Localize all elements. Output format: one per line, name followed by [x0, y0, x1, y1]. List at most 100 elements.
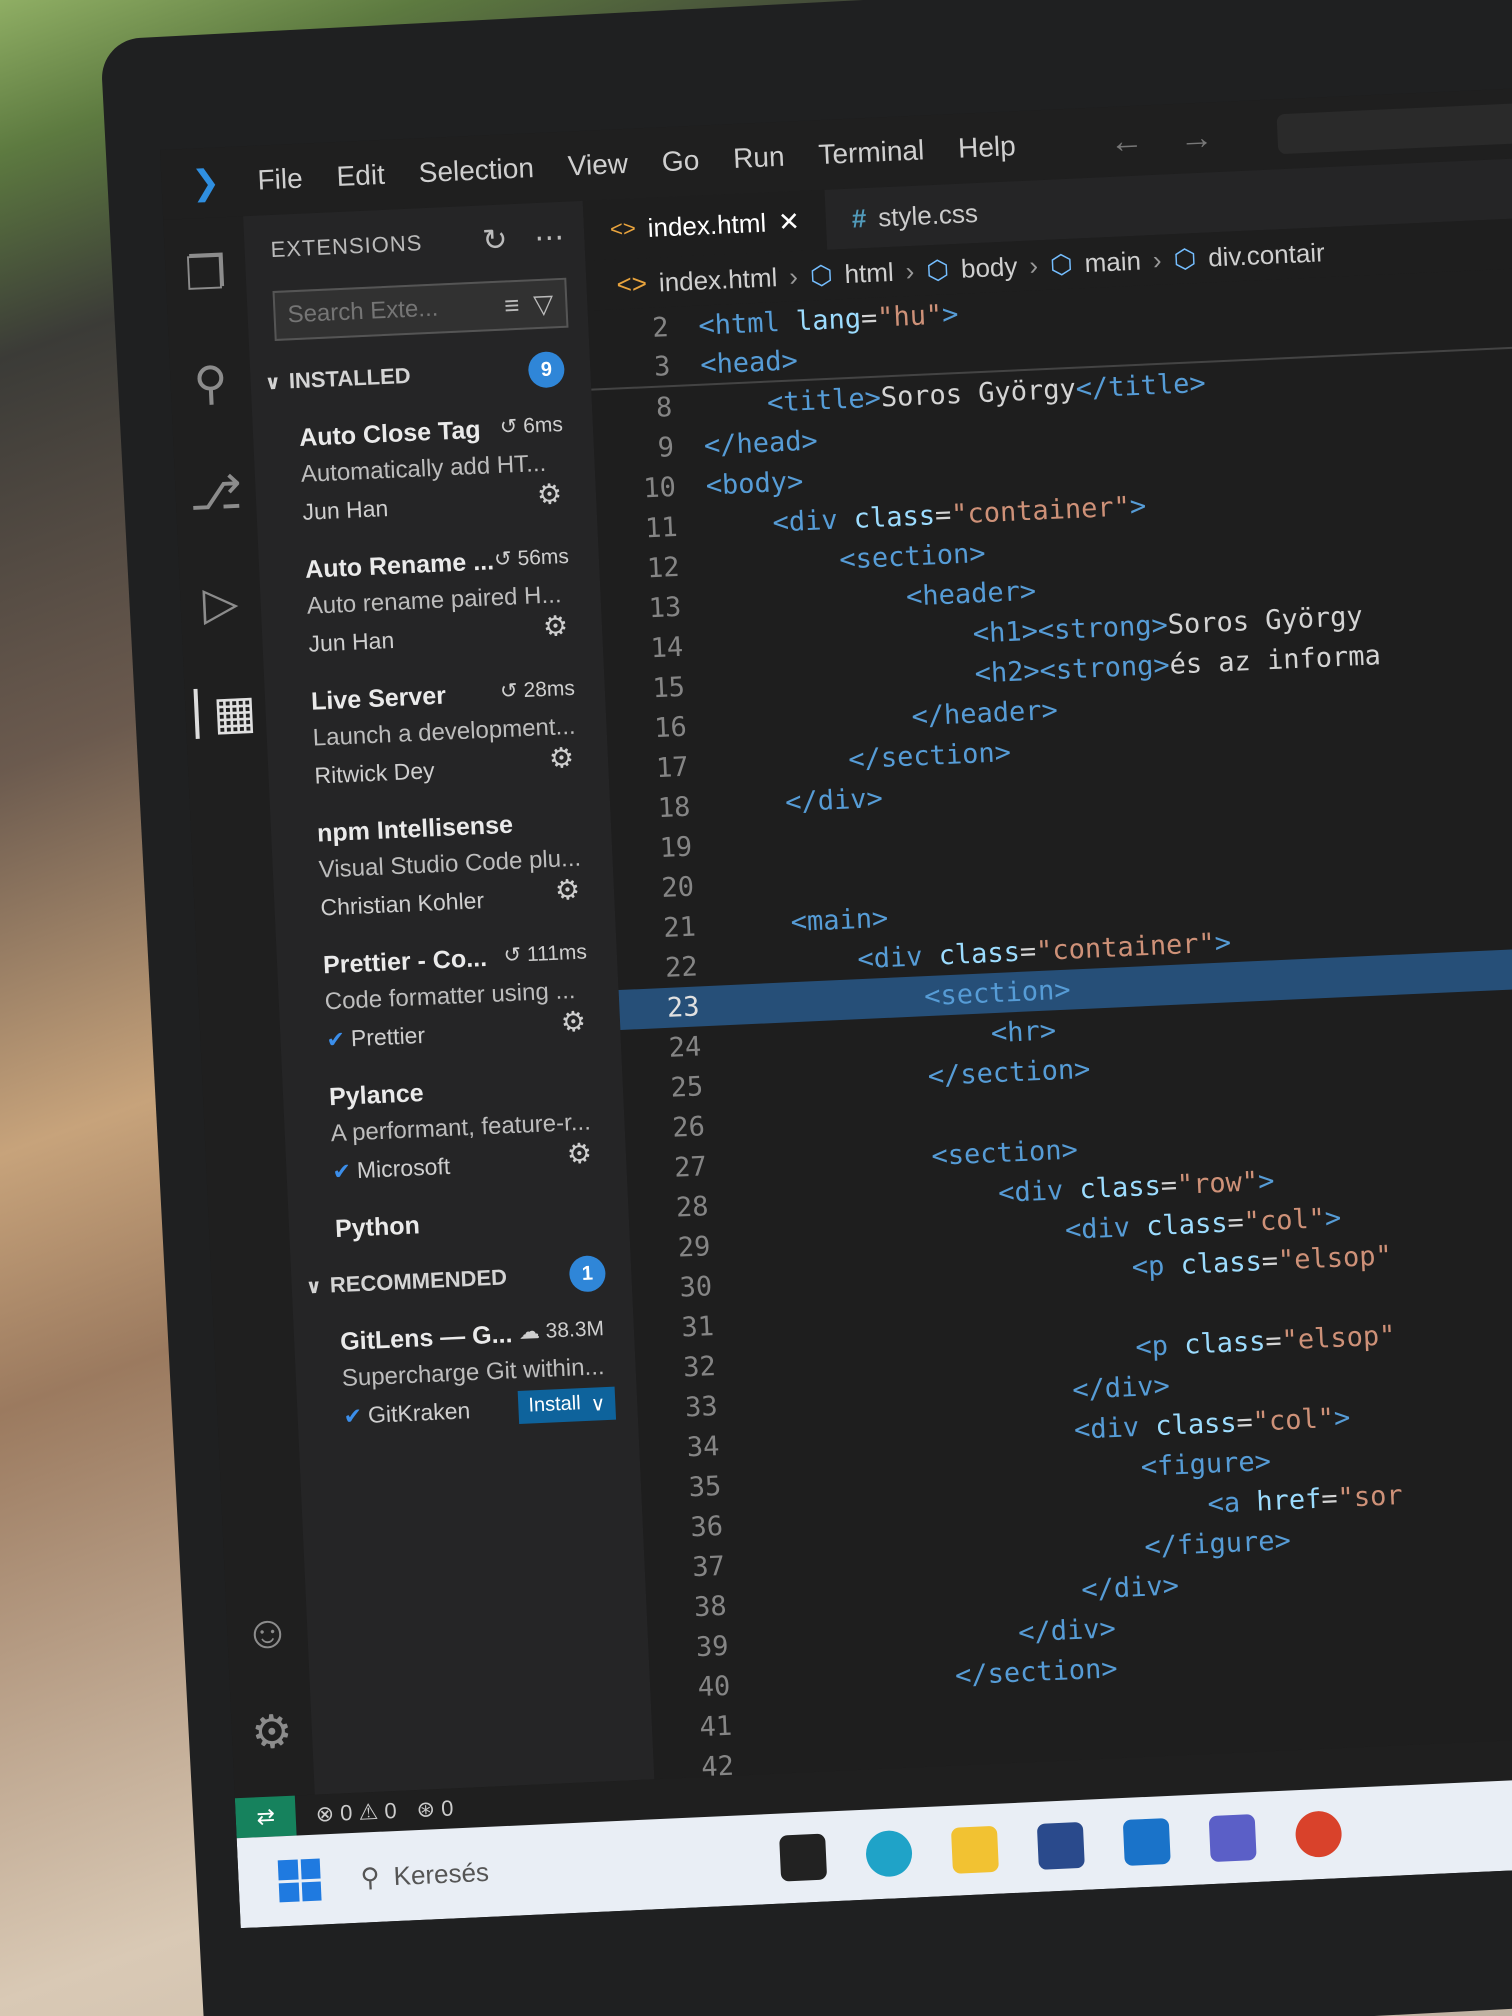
filter-icon[interactable]: ▽	[533, 288, 554, 320]
install-button[interactable]: Install ∨	[517, 1386, 617, 1425]
code-token: Soros György	[1167, 600, 1364, 641]
list-item[interactable]: npm Intellisense Visual Studio Code plu..…	[270, 790, 616, 937]
line-number: 32	[682, 1350, 717, 1384]
menu-terminal[interactable]: Terminal	[818, 134, 925, 171]
manage-gear-icon[interactable]: ⚙	[536, 477, 563, 511]
chrome-browser-icon[interactable]	[1294, 1810, 1343, 1859]
edge-browser-icon[interactable]	[865, 1829, 914, 1878]
code-token: "col"	[1252, 1402, 1335, 1438]
list-item[interactable]: Pylance A performant, feature-r... ✔ Micros…	[282, 1054, 628, 1201]
refresh-icon[interactable]: ↻	[481, 222, 509, 258]
nav-arrows: ← →	[1109, 118, 1215, 162]
menu-file[interactable]: File	[257, 163, 304, 197]
line-number: 37	[691, 1550, 726, 1583]
code-token: =	[1159, 1169, 1178, 1202]
windows-start-icon[interactable]	[277, 1858, 322, 1903]
teams-icon[interactable]	[1208, 1814, 1257, 1863]
ports-indicator[interactable]: ⊛ 0	[416, 1795, 454, 1823]
manage-gear-icon[interactable]: ⚙	[548, 741, 575, 775]
sidebar-title: EXTENSIONS	[270, 230, 423, 263]
code-token: =	[1320, 1482, 1339, 1515]
command-center[interactable]	[1276, 101, 1512, 155]
extension-search-input[interactable]	[286, 293, 459, 330]
code-editor[interactable]: 2 <html lang = "hu" >3 <head> 8 <title> Soros G…	[587, 266, 1512, 1783]
extension-description: Automatically add HT...	[300, 449, 547, 488]
menu-run[interactable]: Run	[732, 141, 785, 175]
search-icon[interactable]: ⚲	[193, 356, 229, 409]
manage-gear-icon[interactable]: ⚙	[560, 1005, 587, 1039]
manage-gear-icon[interactable]: ⚙	[566, 1136, 593, 1170]
manage-gear-icon[interactable]: ⚙	[542, 609, 569, 643]
code-token: "elsop"	[1280, 1319, 1397, 1356]
menu-help[interactable]: Help	[957, 130, 1016, 165]
menu-view[interactable]: View	[567, 148, 629, 183]
line-number: 13	[648, 591, 682, 624]
explorer-icon[interactable]: ❐	[184, 246, 228, 300]
code-token: <section>	[930, 1133, 1079, 1172]
history-icon: ↺	[503, 943, 522, 968]
element-cube-icon: ⬡	[1049, 248, 1074, 280]
line-number: 14	[649, 631, 684, 664]
list-item[interactable]: GitLens — G... ☁ 38.3M Supercharge Git w…	[293, 1299, 639, 1446]
microsoft-store-icon[interactable]	[1036, 1821, 1085, 1870]
activation-time: ↺ 56ms	[493, 544, 570, 572]
code-token: <html	[697, 305, 797, 342]
recommended-label: RECOMMENDED	[329, 1264, 508, 1298]
line-number: 18	[657, 791, 692, 824]
extension-description: Code formatter using ...	[324, 977, 576, 1016]
menu-go[interactable]: Go	[661, 145, 700, 179]
element-cube-icon: ⬡	[925, 253, 950, 285]
manage-gear-icon[interactable]: ⚙	[554, 873, 581, 907]
list-item[interactable]: Live Server ↺ 28ms Launch a development...…	[264, 658, 610, 805]
forward-arrow-icon[interactable]: →	[1179, 118, 1215, 159]
code-token: =	[1235, 1406, 1254, 1438]
line-number: 35	[687, 1470, 722, 1503]
chevron-down-icon: ∨	[264, 371, 282, 394]
close-icon[interactable]: ✕	[777, 206, 800, 238]
menu-edit[interactable]: Edit	[336, 159, 386, 193]
remote-indicator-icon[interactable]: ⇄	[234, 1795, 297, 1839]
list-item[interactable]: Auto Rename ... ↺ 56ms Auto rename paired …	[258, 527, 604, 674]
breadcrumb-item[interactable]: index.html	[658, 262, 778, 298]
code-token: </div>	[784, 782, 884, 818]
problems-indicator[interactable]: ⊗ 0 ⚠ 0	[315, 1798, 397, 1828]
clear-filter-icon[interactable]: ≡	[504, 289, 521, 321]
line-number: 3	[653, 350, 672, 383]
task-view-icon[interactable]	[779, 1833, 828, 1882]
manage-gear-icon[interactable]: ⚙	[250, 1705, 294, 1759]
taskbar-search[interactable]: ⚲ Keresés	[360, 1845, 741, 1893]
file-explorer-icon[interactable]	[950, 1825, 999, 1874]
code-token: <div	[997, 1173, 1081, 1209]
tab-style-css[interactable]: # style.css	[824, 182, 1005, 250]
code-token: class	[1183, 1325, 1267, 1361]
more-actions-icon[interactable]: ⋯	[534, 219, 567, 255]
back-arrow-icon[interactable]: ←	[1109, 121, 1145, 162]
outlook-icon[interactable]	[1122, 1817, 1171, 1866]
line-number: 10	[642, 471, 677, 504]
code-token: <div	[1073, 1410, 1157, 1446]
verified-badge-icon: ✔	[331, 1157, 352, 1184]
list-item[interactable]: Auto Close Tag ↺ 6ms Automatically add HT.…	[252, 395, 598, 542]
tab-label: index.html	[647, 207, 767, 243]
list-item[interactable]: Prettier - Co... ↺ 111ms Code formatter us…	[276, 922, 622, 1069]
extensions-icon[interactable]: ▦	[193, 685, 257, 739]
code-token: lang	[795, 302, 862, 337]
breadcrumb-item[interactable]: div.contair	[1208, 237, 1326, 273]
code-token: <body>	[705, 465, 804, 502]
activation-time: ↺ 111ms	[503, 940, 588, 968]
account-icon[interactable]: ☺	[243, 1605, 292, 1659]
menu-selection[interactable]: Selection	[418, 152, 535, 189]
code-token: "col"	[1242, 1202, 1326, 1238]
source-control-icon[interactable]: ⎇	[188, 466, 243, 520]
breadcrumb-item[interactable]: html	[844, 256, 894, 289]
run-debug-icon[interactable]: ▷	[202, 576, 240, 630]
extension-publisher: Ritwick Dey	[313, 757, 436, 789]
line-number: 28	[675, 1190, 710, 1224]
tab-index-html[interactable]: <> index.html ✕	[582, 189, 828, 261]
breadcrumb-item[interactable]: body	[960, 251, 1018, 285]
breadcrumb-item[interactable]: main	[1084, 245, 1142, 279]
